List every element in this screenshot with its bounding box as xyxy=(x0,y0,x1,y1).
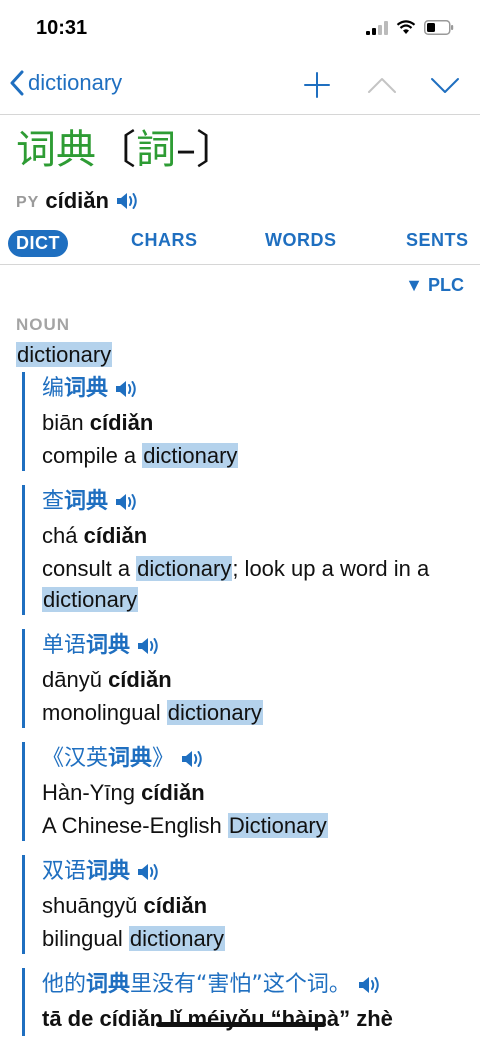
status-bar: 10:31 xyxy=(0,0,480,58)
headword-dash: – xyxy=(176,127,196,173)
navigation-bar: dictionary xyxy=(0,58,480,115)
example-item: 双语词典 shuāngyǔ cídiǎn bilingual dictionar… xyxy=(22,855,462,954)
example-chinese[interactable]: 编词典 xyxy=(42,372,462,406)
example-pinyin: tā de cídiǎn lǐ méiyǒu “hàipà” zhè xyxy=(42,1006,393,1031)
add-button[interactable] xyxy=(300,68,334,102)
signal-icon xyxy=(366,20,388,35)
part-of-speech: NOUN xyxy=(16,315,71,334)
tab-words[interactable]: WORDS xyxy=(265,230,337,251)
home-indicator[interactable] xyxy=(156,1022,326,1027)
previous-entry-button[interactable] xyxy=(365,68,399,102)
plc-filter-button[interactable]: ▼ PLC xyxy=(405,275,464,296)
example-translation: monolingual dictionary xyxy=(42,700,263,725)
example-item: 《汉英词典》 Hàn-Yīng cídiǎn A Chinese-English… xyxy=(22,742,462,841)
example-chinese[interactable]: 单语词典 xyxy=(42,629,462,663)
plus-icon xyxy=(304,72,330,98)
pinyin-row: PY cídiǎn xyxy=(16,188,141,214)
example-chinese[interactable]: 查词典 xyxy=(42,485,462,519)
example-chinese[interactable]: 他的词典里没有“害怕”这个词。 xyxy=(42,968,462,1002)
speaker-icon[interactable] xyxy=(115,190,141,212)
pinyin-label: PY xyxy=(16,193,40,211)
tab-dict[interactable]: DICT xyxy=(8,230,68,257)
headword-open-bracket: 〔 xyxy=(96,127,136,173)
example-chinese[interactable]: 双语词典 xyxy=(42,855,462,889)
speaker-icon[interactable] xyxy=(180,748,206,770)
example-item: 编词典 biān cídiǎn compile a dictionary xyxy=(22,372,462,471)
example-pinyin: chá cídiǎn xyxy=(42,523,148,548)
wifi-icon xyxy=(396,20,416,34)
chevron-left-icon xyxy=(10,70,24,96)
example-item: 查词典 chá cídiǎn consult a dictionary; loo… xyxy=(22,485,462,615)
tab-sents[interactable]: SENTS xyxy=(406,230,469,251)
tab-chars[interactable]: CHARS xyxy=(131,230,198,251)
chevron-up-icon xyxy=(368,78,396,93)
next-entry-button[interactable] xyxy=(428,68,462,102)
sense-gloss: dictionary xyxy=(16,340,113,370)
example-pinyin: biān cídiǎn xyxy=(42,410,154,435)
speaker-icon[interactable] xyxy=(136,861,162,883)
battery-icon xyxy=(424,20,454,35)
speaker-icon[interactable] xyxy=(114,378,140,400)
tab-bar: DICT CHARS WORDS SENTS xyxy=(0,226,480,265)
headword-simplified: 词典 xyxy=(16,127,96,173)
chevron-down-icon xyxy=(431,78,459,93)
status-time: 10:31 xyxy=(36,17,88,39)
back-button-label: dictionary xyxy=(28,70,123,95)
speaker-icon[interactable] xyxy=(357,974,383,996)
example-pinyin: Hàn-Yīng cídiǎn xyxy=(42,780,205,805)
status-icons xyxy=(366,20,454,35)
example-item: 单语词典 dānyǔ cídiǎn monolingual dictionary xyxy=(22,629,462,728)
example-translation: A Chinese-English Dictionary xyxy=(42,813,328,838)
example-pinyin: shuāngyǔ cídiǎn xyxy=(42,893,208,918)
headword-traditional: 詞 xyxy=(136,127,176,173)
headword: 词典〔詞–〕 xyxy=(16,126,236,174)
example-chinese[interactable]: 《汉英词典》 xyxy=(42,742,462,776)
example-list: 编词典 biān cídiǎn compile a dictionary 查词典… xyxy=(22,372,462,1050)
example-translation: consult a dictionary; look up a word in … xyxy=(42,556,430,612)
back-button[interactable]: dictionary xyxy=(10,70,122,96)
example-translation: bilingual dictionary xyxy=(42,926,225,951)
headword-close-bracket: 〕 xyxy=(196,127,236,173)
example-pinyin: dānyǔ cídiǎn xyxy=(42,667,172,692)
gloss-highlight: dictionary xyxy=(16,342,113,367)
headword-pinyin: cídiǎn xyxy=(45,188,109,213)
speaker-icon[interactable] xyxy=(114,491,140,513)
example-translation: compile a dictionary xyxy=(42,443,239,468)
speaker-icon[interactable] xyxy=(136,635,162,657)
